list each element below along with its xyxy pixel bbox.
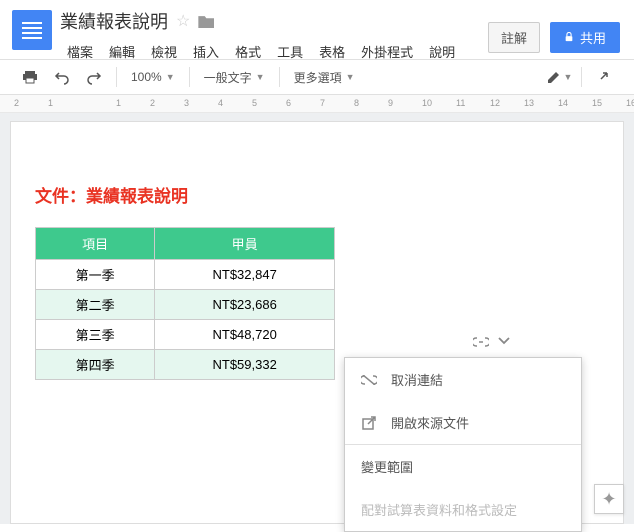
zoom-dropdown[interactable]: 100%▼ [125, 70, 181, 84]
print-icon[interactable] [16, 63, 44, 91]
menu-item[interactable]: 外掛程式 [354, 40, 420, 63]
more-options[interactable]: 更多選項▼ [288, 69, 361, 86]
table-header: 項目 [36, 228, 155, 260]
context-popup: 取消連結 開啟來源文件 變更範圍 配對試算表資料和格式設定 [344, 357, 582, 532]
popup-open-source[interactable]: 開啟來源文件 [345, 401, 581, 444]
data-table: 項目甲員 第一季NT$32,847第二季NT$23,686第三季NT$48,72… [35, 227, 335, 380]
chevron-down-icon[interactable] [497, 337, 511, 347]
open-external-icon [361, 415, 377, 431]
app-header: 業績報表說明 ☆ 檔案編輯檢視插入格式工具表格外掛程式說明 註解 共用 [0, 0, 634, 59]
document-heading: 文件：業績報表說明 [35, 182, 599, 207]
share-label: 共用 [580, 28, 606, 47]
popup-change-range[interactable]: 變更範圍 [345, 445, 581, 488]
table-row: 第四季NT$59,332 [36, 350, 335, 380]
table-header-row: 項目甲員 [36, 228, 335, 260]
table-body: 第一季NT$32,847第二季NT$23,686第三季NT$48,720第四季N… [36, 260, 335, 380]
popup-cancel-link[interactable]: 取消連結 [345, 358, 581, 401]
redo-icon[interactable] [80, 63, 108, 91]
menu-item[interactable]: 說明 [422, 40, 462, 63]
link-icon[interactable] [473, 337, 489, 347]
table-row: 第一季NT$32,847 [36, 260, 335, 290]
comment-button[interactable]: 註解 [488, 22, 540, 53]
ruler: 2112345678910111213141516 [0, 95, 634, 113]
link-toolbar [473, 337, 511, 347]
table-header: 甲員 [155, 228, 335, 260]
toolbar: 100%▼ 一般文字▼ 更多選項▼ ▼ [0, 59, 634, 95]
document-title[interactable]: 業績報表說明 [60, 8, 168, 34]
menu-item[interactable]: 工具 [270, 40, 310, 63]
menu-bar: 檔案編輯檢視插入格式工具表格外掛程式說明 [60, 40, 488, 63]
page-area: 文件：業績報表說明 項目甲員 第一季NT$32,847第二季NT$23,686第… [0, 113, 634, 524]
star-icon[interactable]: ☆ [176, 11, 190, 31]
menu-item[interactable]: 檢視 [144, 40, 184, 63]
title-area: 業績報表說明 ☆ 檔案編輯檢視插入格式工具表格外掛程式說明 [60, 0, 488, 58]
menu-item[interactable]: 插入 [186, 40, 226, 63]
unlink-icon [361, 372, 377, 388]
undo-icon[interactable] [48, 63, 76, 91]
menu-item[interactable]: 檔案 [60, 40, 100, 63]
folder-icon[interactable] [198, 14, 214, 28]
edit-mode-icon[interactable]: ▼ [545, 63, 573, 91]
table-row: 第三季NT$48,720 [36, 320, 335, 350]
table-row: 第二季NT$23,686 [36, 290, 335, 320]
explore-button[interactable]: ✦ [594, 484, 624, 514]
style-dropdown[interactable]: 一般文字▼ [198, 69, 271, 86]
expand-icon[interactable] [590, 63, 618, 91]
menu-item[interactable]: 表格 [312, 40, 352, 63]
docs-logo[interactable] [12, 10, 52, 50]
menu-item[interactable]: 編輯 [102, 40, 142, 63]
lock-icon [564, 32, 574, 42]
menu-item[interactable]: 格式 [228, 40, 268, 63]
share-button[interactable]: 共用 [550, 22, 620, 53]
